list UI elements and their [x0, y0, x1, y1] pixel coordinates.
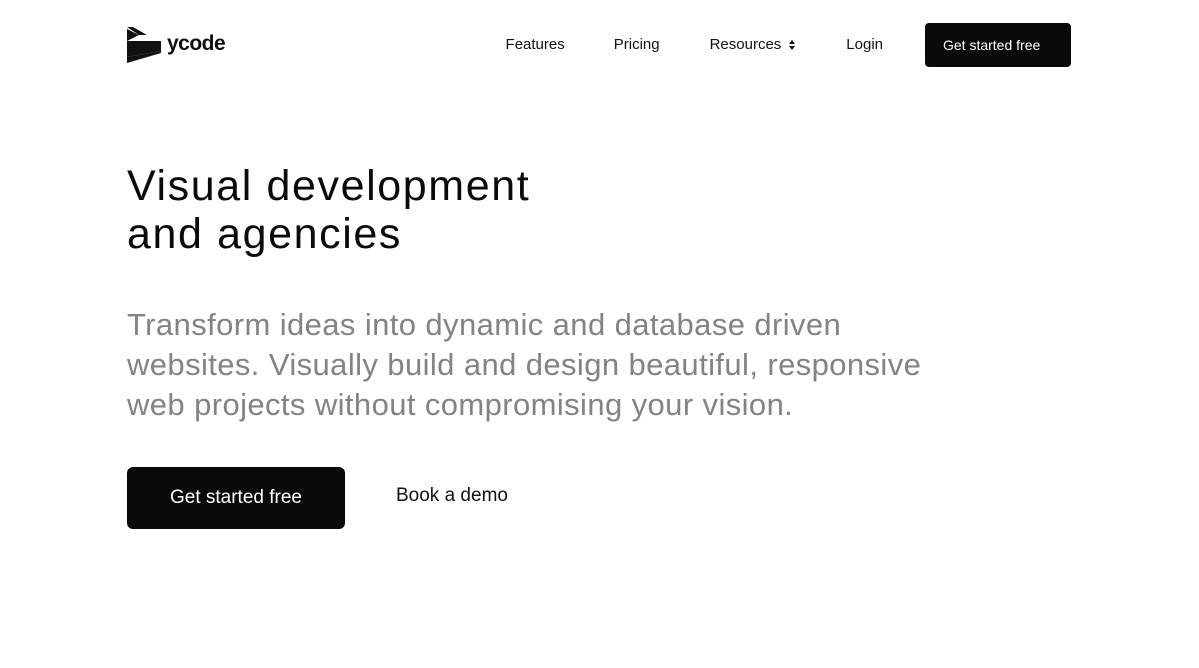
logo[interactable]: ycode — [127, 22, 226, 67]
nav-link-pricing[interactable]: Pricing — [614, 36, 660, 53]
header-get-started-button[interactable]: Get started free — [925, 22, 1071, 67]
book-demo-link[interactable]: Book a demo — [396, 485, 508, 507]
nav-link-features[interactable]: Features — [506, 36, 565, 53]
hero-cta-row: Get started free Book a demo — [127, 467, 508, 529]
hero-subtitle: Transform ideas into dynamic and databas… — [127, 305, 1007, 425]
top-navigation: ycode Features Pricing Resources Login G… — [127, 22, 1071, 67]
nav-link-login[interactable]: Login — [846, 36, 883, 53]
nav-resources-label: Resources — [709, 36, 782, 53]
hero-title: Visual development and agencies — [127, 162, 687, 258]
main-nav: Features Pricing Resources Login Get sta… — [506, 22, 1071, 67]
hero-subtitle-line-2: websites. Visually build and design beau… — [127, 347, 922, 382]
ycode-logo-mark-icon — [127, 26, 161, 63]
hero-subtitle-line-3: web projects without compromising your v… — [127, 387, 794, 422]
nav-dropdown-resources[interactable]: Resources — [710, 36, 797, 53]
hero-title-line-1: Visual development — [127, 162, 531, 210]
logo-text: ycode — [167, 32, 226, 55]
hero-title-line-2: and agencies — [127, 210, 403, 258]
get-started-button[interactable]: Get started free — [127, 467, 345, 529]
sort-up-down-icon — [789, 39, 796, 50]
page: ycode Features Pricing Resources Login G… — [0, 0, 1199, 668]
hero-subtitle-line-1: Transform ideas into dynamic and databas… — [127, 307, 842, 342]
